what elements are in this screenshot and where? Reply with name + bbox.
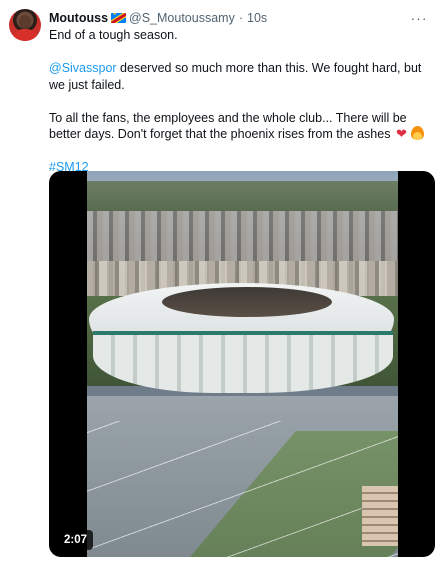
tweet-line-1: End of a tough season. bbox=[49, 28, 178, 42]
video-player[interactable]: 2:07 bbox=[49, 171, 435, 557]
tweet-line-3-text: To all the fans, the employees and the w… bbox=[49, 110, 407, 142]
tweet-header: Moutouss @S_Moutoussamy · 10s bbox=[49, 9, 267, 27]
author-avatar[interactable] bbox=[9, 9, 41, 41]
author-handle[interactable]: @S_Moutoussamy bbox=[129, 11, 235, 25]
dr-congo-flag-icon bbox=[111, 13, 127, 23]
tweet[interactable]: Moutouss @S_Moutoussamy · 10s ··· End of… bbox=[0, 0, 442, 563]
more-options-icon[interactable]: ··· bbox=[410, 9, 428, 27]
video-duration-badge: 2:07 bbox=[58, 530, 94, 550]
red-heart-emoji-icon bbox=[396, 126, 410, 143]
tweet-line-2: @Sivasspor deserved so much more than th… bbox=[49, 60, 429, 93]
mention-link[interactable]: @Sivasspor bbox=[49, 61, 117, 75]
video-thumbnail bbox=[87, 171, 398, 557]
tweet-text: End of a tough season. @Sivasspor deserv… bbox=[49, 27, 429, 176]
tweet-timestamp[interactable]: 10s bbox=[247, 11, 267, 25]
author-name[interactable]: Moutouss bbox=[49, 11, 108, 25]
separator-dot: · bbox=[238, 11, 243, 25]
fire-emoji-icon bbox=[410, 126, 424, 140]
tweet-line-3: To all the fans, the employees and the w… bbox=[49, 110, 429, 143]
